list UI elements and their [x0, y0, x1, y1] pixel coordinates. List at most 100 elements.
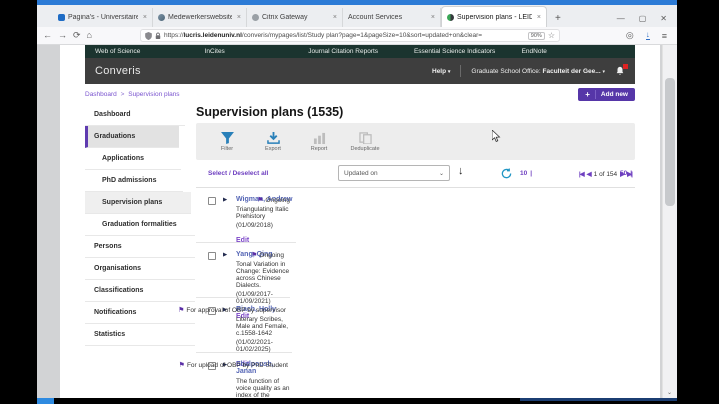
shield-icon[interactable] — [145, 32, 152, 40]
close-icon[interactable]: ✕ — [660, 14, 667, 23]
sidebar-item[interactable]: Applications — [85, 148, 181, 170]
browser-tab[interactable]: Medewerkerswebsite - Univ × — [153, 8, 247, 27]
tab-close-icon[interactable]: × — [429, 14, 435, 21]
toolbar-button[interactable]: Report — [298, 132, 340, 152]
sidebar-item[interactable]: Supervision plans — [85, 192, 191, 214]
tab-label: Supervision plans - LEIDEN — [457, 14, 532, 21]
plan-title: Tonal Variation in Change: Evidence acro… — [236, 261, 290, 289]
toolbar-button-label: Filter — [221, 146, 233, 152]
supervision-plan-list: ▶ Wigman, Andrew Triangulating Italic Pr… — [196, 188, 635, 398]
minimize-icon[interactable]: — — [617, 14, 625, 23]
page-title: Supervision plans (1535) — [196, 105, 635, 119]
sidebar-item[interactable]: Graduations — [85, 126, 179, 148]
maximize-icon[interactable]: ▢ — [639, 14, 647, 23]
plan-dates: (01/02/2021-01/02/2025) — [236, 339, 292, 353]
vertical-scrollbar[interactable]: ⌄ — [662, 45, 677, 398]
browser-tab[interactable]: Pagina's - Universitaire Bibl × — [53, 8, 153, 27]
sidebar-item-label: Supervision plans — [102, 199, 162, 206]
sidebar-item[interactable]: Statistics — [85, 324, 195, 346]
reload-icon[interactable]: ⟳ — [73, 31, 81, 40]
list-toolbar: Filter Export — [196, 123, 635, 160]
tab-favicon-icon — [158, 14, 165, 21]
scrollbar-thumb[interactable] — [665, 78, 675, 206]
browser-tab[interactable]: Supervision plans - LEIDEN × — [441, 6, 547, 27]
tab-bar: Pagina's - Universitaire Bibl × Medewerk… — [37, 5, 677, 27]
sidebar-item-label: Graduations — [94, 133, 135, 140]
new-tab-button[interactable]: + — [547, 13, 569, 27]
tab-close-icon[interactable]: × — [235, 14, 241, 21]
url-text: https://lucris.leidenuniv.nl/converis/my… — [164, 32, 482, 39]
home-icon[interactable]: ⌂ — [87, 31, 92, 40]
bookmark-star-icon[interactable]: ☆ — [548, 31, 555, 40]
sort-direction-icon[interactable]: ↓ — [458, 165, 464, 177]
pagination-first-icon[interactable]: |◀ — [579, 170, 584, 178]
chevron-down-icon: ▾ — [448, 69, 451, 75]
status-label: ⚑Ongoing — [174, 251, 284, 261]
tab-close-icon[interactable]: × — [141, 14, 147, 21]
clarivate-link[interactable]: Journal Citation Reports — [308, 48, 402, 55]
sidebar-item[interactable]: Organisations — [85, 258, 195, 280]
filter-icon — [221, 132, 234, 144]
plus-icon: + — [585, 90, 596, 99]
tab-close-icon[interactable]: × — [535, 14, 541, 21]
plan-title: The function of voice quality as an inde… — [236, 378, 294, 399]
tab-favicon-icon — [252, 14, 259, 21]
forward-icon[interactable]: → — [58, 31, 67, 40]
scrollbar-down-icon[interactable]: ⌄ — [667, 389, 672, 396]
refresh-icon[interactable] — [501, 168, 512, 181]
list-item: ▶ Shalpoush, Janan The function of voice… — [196, 353, 294, 398]
notifications-bell-icon[interactable] — [615, 66, 625, 76]
back-icon[interactable]: ← — [43, 31, 52, 40]
clarivate-link[interactable]: Essential Science Indicators — [414, 48, 510, 55]
toolbar-button[interactable]: Deduplicate — [344, 132, 386, 152]
breadcrumb-dashboard[interactable]: Dashboard — [85, 91, 117, 98]
browser-window: Pagina's - Universitaire Bibl × Medewerk… — [37, 0, 677, 398]
clarivate-link[interactable]: InCites — [205, 48, 297, 55]
mouse-cursor — [492, 130, 501, 143]
list-item: ▶ Yang, Qing Tonal Variation in Change: … — [196, 243, 290, 298]
flag-icon: ⚑ — [178, 307, 184, 314]
sidebar-item[interactable]: Dashboard — [85, 104, 185, 126]
pocket-icon[interactable]: ◎ — [626, 30, 634, 41]
clarivate-links-bar: Web of Science InCites Journal Citation Re… — [85, 45, 635, 58]
converis-logo: Converis — [95, 65, 141, 77]
list-controls: Select / Deselect all Updated on ⌄ ↓ — [196, 160, 635, 188]
tab-close-icon[interactable]: × — [331, 14, 337, 21]
add-new-button[interactable]: + Add new — [578, 88, 635, 101]
window-controls: — ▢ ✕ — [617, 14, 677, 27]
url-field[interactable]: https://lucris.leidenuniv.nl/converis/my… — [140, 29, 560, 42]
toolbar-button[interactable]: Filter — [206, 132, 248, 152]
select-deselect-all-link[interactable]: Select / Deselect all — [208, 170, 268, 177]
downloads-icon[interactable]: ↓ — [646, 31, 650, 40]
page-viewport: Web of Science InCites Journal Citation Re… — [37, 45, 677, 398]
main-content: Supervision plans (1535) Filter — [195, 104, 635, 398]
tab-label: Medewerkerswebsite - Univ — [168, 14, 232, 21]
lock-icon[interactable] — [155, 32, 161, 40]
clarivate-link[interactable]: Web of Science — [95, 48, 193, 55]
tab-favicon-icon — [447, 14, 454, 21]
clarivate-link[interactable]: EndNote — [522, 48, 625, 55]
report-icon — [313, 132, 326, 144]
menu-hamburger-icon[interactable]: ≡ — [662, 31, 667, 41]
zoom-level-badge[interactable]: 90% — [528, 32, 545, 40]
sort-dropdown[interactable]: Updated on ⌄ — [338, 165, 450, 181]
help-menu[interactable]: Help ▾ — [432, 68, 450, 75]
sidebar-item-label: Graduation formalities — [102, 221, 177, 228]
browser-tab[interactable]: Citrix Gateway × — [247, 8, 343, 27]
toolbar-button[interactable]: Export — [252, 132, 294, 152]
tab-favicon-icon — [58, 14, 65, 21]
sidebar-item-label: Notifications — [94, 309, 136, 316]
sidebar-item-label: Persons — [94, 243, 122, 250]
role-selector[interactable]: Graduate School Office: Faculteit der Ge… — [471, 68, 605, 75]
sidebar-item[interactable]: Classifications — [85, 280, 195, 302]
pagination-next-icon[interactable]: ▶ — [620, 170, 624, 178]
sidebar-item-label: Dashboard — [94, 111, 131, 118]
pagination-last-icon[interactable]: ▶| — [627, 170, 632, 178]
divider — [460, 65, 461, 77]
pagination-prev-icon[interactable]: ◀ — [587, 170, 591, 178]
sort-dropdown-value: Updated on — [344, 170, 378, 177]
sidebar-item[interactable]: PhD admissions — [85, 170, 183, 192]
browser-tab[interactable]: Account Services × — [343, 8, 441, 27]
list-item: ▶ Wigman, Andrew Triangulating Italic Pr… — [196, 188, 296, 243]
sidebar-item[interactable]: Graduation formalities — [85, 214, 195, 236]
